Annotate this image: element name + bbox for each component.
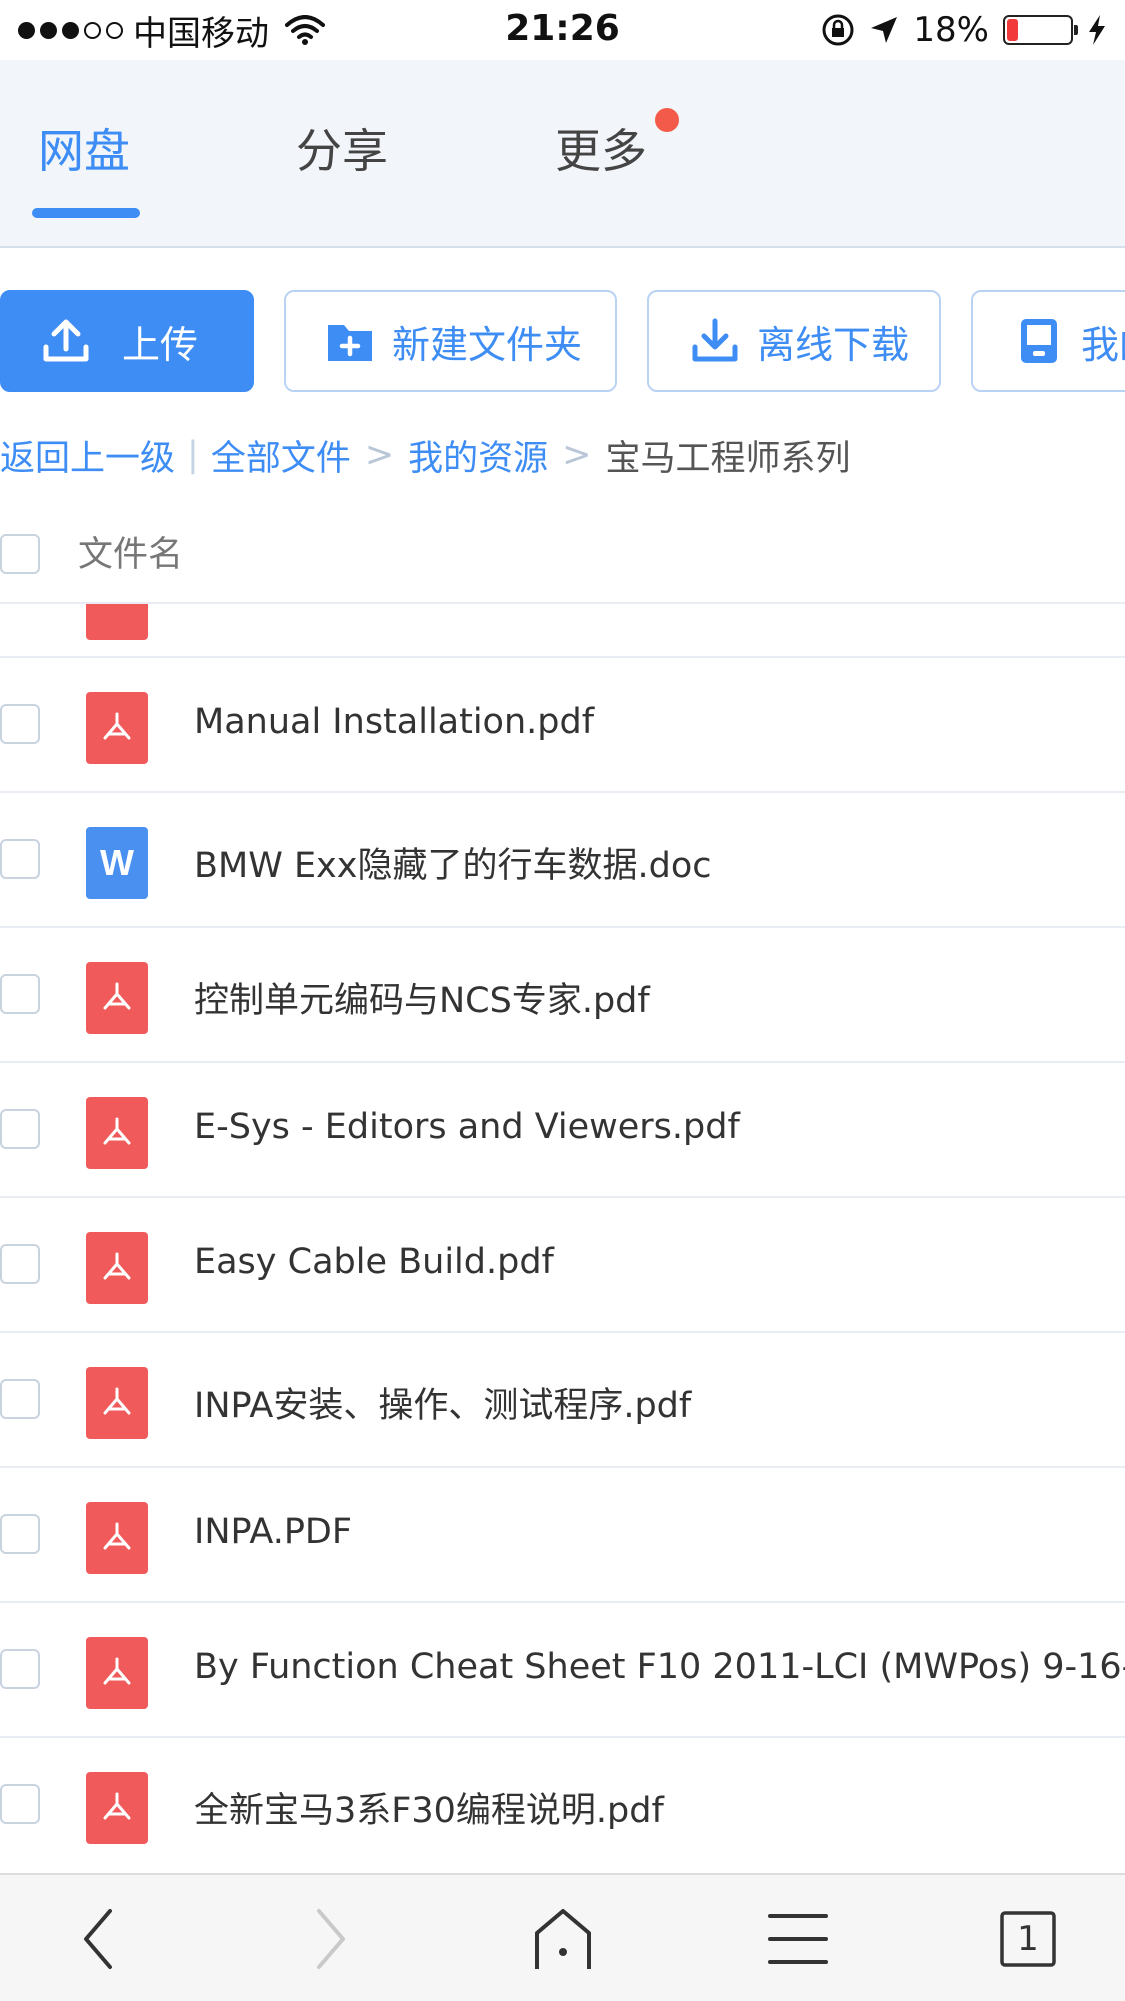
file-name[interactable]: INPA安装、操作、测试程序.pdf: [194, 1377, 691, 1428]
file-name[interactable]: Easy Cable Build.pdf: [194, 1242, 554, 1282]
chevron-right-icon: [317, 1909, 345, 1969]
forward-button[interactable]: [293, 1901, 369, 1977]
list-item[interactable]: W BMW Exx隐藏了的行车数据.doc: [0, 793, 1125, 928]
breadcrumb-pipe: |: [187, 435, 199, 475]
list-item[interactable]: INPA.PDF: [0, 1468, 1125, 1603]
upload-icon: [43, 319, 89, 362]
menu-icon: [768, 1914, 828, 1964]
upload-label: 上传: [122, 322, 199, 367]
file-checkbox[interactable]: [0, 839, 40, 879]
file-name[interactable]: INPA.PDF: [194, 1512, 352, 1552]
list-item[interactable]: By Function Cheat Sheet F10 2011-LCI (MW…: [0, 1603, 1125, 1738]
new-folder-label: 新建文件夹: [392, 322, 583, 367]
list-header: 文件名: [0, 520, 1125, 604]
pdf-file-icon: [86, 1367, 148, 1439]
file-checkbox[interactable]: [0, 704, 40, 744]
pdf-file-icon: [86, 604, 148, 640]
pdf-file-icon: [86, 1502, 148, 1574]
rotation-lock-icon: [822, 14, 854, 46]
tab-netdisk[interactable]: 网盘: [38, 115, 130, 181]
pdf-file-icon: [86, 1772, 148, 1844]
device-icon: [1021, 319, 1057, 363]
upload-button[interactable]: 上传: [0, 290, 254, 392]
file-checkbox[interactable]: [0, 1244, 40, 1284]
new-folder-icon: [328, 325, 372, 361]
tab-more[interactable]: 更多: [555, 115, 647, 181]
breadcrumb-my-resources[interactable]: 我的资源: [408, 430, 548, 481]
toolbar: 上传 新建文件夹 离线下载 我的: [0, 290, 1125, 394]
chevron-left-icon: [84, 1909, 112, 1969]
tab-share[interactable]: 分享: [296, 115, 388, 181]
top-tabs: 网盘 分享 更多: [0, 60, 1125, 248]
list-item[interactable]: INPA安装、操作、测试程序.pdf: [0, 1333, 1125, 1468]
file-checkbox[interactable]: [0, 974, 40, 1014]
location-arrow-icon: [871, 17, 898, 43]
home-button[interactable]: [525, 1901, 601, 1977]
file-name[interactable]: E-Sys - Editors and Viewers.pdf: [194, 1107, 740, 1147]
pdf-file-icon: [86, 1097, 148, 1169]
new-folder-button[interactable]: 新建文件夹: [284, 290, 617, 392]
pdf-file-icon: [86, 962, 148, 1034]
file-checkbox[interactable]: [0, 1514, 40, 1554]
browser-bottom-bar: 1: [0, 1873, 1125, 2001]
pdf-file-icon: [86, 1232, 148, 1304]
back-link[interactable]: 返回上一级: [0, 430, 175, 481]
status-bar: 中国移动 21:26 18%: [0, 0, 1125, 60]
word-file-icon: W: [86, 827, 148, 899]
breadcrumb-current: 宝马工程师系列: [605, 438, 851, 479]
file-checkbox[interactable]: [0, 1649, 40, 1689]
notification-badge: [655, 108, 679, 132]
column-file-name: 文件名: [78, 535, 184, 575]
list-item[interactable]: Manual Installation.pdf: [0, 658, 1125, 793]
pdf-file-icon: [86, 1637, 148, 1709]
download-icon: [692, 318, 738, 362]
tab-count: 1: [1017, 1919, 1039, 1959]
list-item[interactable]: 全新宝马3系F30编程说明.pdf: [0, 1738, 1125, 1870]
status-right: 18%: [821, 10, 1107, 50]
battery-level: [1007, 19, 1019, 41]
battery-icon: [1003, 15, 1078, 45]
file-name[interactable]: 控制单元编码与NCS专家.pdf: [194, 972, 650, 1023]
file-checkbox[interactable]: [0, 1109, 40, 1149]
offline-download-button[interactable]: 离线下载: [647, 290, 941, 392]
file-name[interactable]: BMW Exx隐藏了的行车数据.doc: [194, 837, 711, 888]
breadcrumb-separator: >: [562, 435, 592, 475]
tabs-button[interactable]: 1: [990, 1901, 1066, 1977]
my-label: 我的: [1081, 322, 1125, 367]
battery-percent: 18%: [913, 10, 989, 50]
file-checkbox[interactable]: [0, 1784, 40, 1824]
file-list[interactable]: Manual Installation.pdf W BMW Exx隐藏了的行车数据.…: [0, 604, 1125, 1870]
file-checkbox[interactable]: [0, 1379, 40, 1419]
active-tab-indicator: [32, 208, 140, 218]
file-name[interactable]: 全新宝马3系F30编程说明.pdf: [194, 1782, 664, 1833]
offline-download-label: 离线下载: [757, 322, 910, 367]
charging-bolt-icon: [1089, 15, 1105, 45]
home-icon: [535, 1909, 591, 1969]
list-item[interactable]: E-Sys - Editors and Viewers.pdf: [0, 1063, 1125, 1198]
breadcrumb-separator: >: [364, 435, 395, 475]
my-button[interactable]: 我的: [971, 290, 1125, 392]
pdf-file-icon: [86, 692, 148, 764]
back-button[interactable]: [60, 1901, 136, 1977]
menu-button[interactable]: [760, 1901, 836, 1977]
file-name[interactable]: Manual Installation.pdf: [194, 702, 594, 742]
breadcrumb-all-files[interactable]: 全部文件: [211, 430, 351, 481]
breadcrumb: 返回上一级 | 全部文件 > 我的资源 > 宝马工程师系列: [0, 430, 851, 480]
list-item[interactable]: 控制单元编码与NCS专家.pdf: [0, 928, 1125, 1063]
select-all-checkbox[interactable]: [0, 534, 40, 574]
list-item[interactable]: Easy Cable Build.pdf: [0, 1198, 1125, 1333]
list-item-partial: [0, 604, 1125, 658]
file-name[interactable]: By Function Cheat Sheet F10 2011-LCI (MW…: [194, 1647, 1125, 1687]
